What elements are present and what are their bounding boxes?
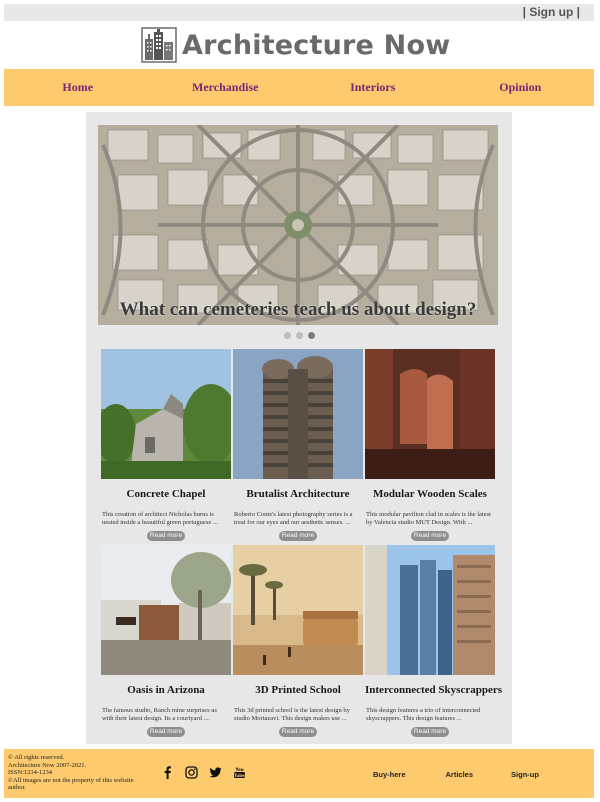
instagram-icon[interactable] <box>185 766 198 779</box>
footer-link-sign-up[interactable]: Sign-up <box>511 770 539 779</box>
article-description: This design features a trio of interconn… <box>366 707 481 722</box>
read-more-button[interactable]: Read more <box>279 531 317 541</box>
read-more-button[interactable]: Read more <box>411 727 449 737</box>
article-description: Roberto Conte's latest photography serie… <box>234 511 353 526</box>
carousel-dot-3[interactable] <box>308 332 315 339</box>
article-description: This 3d printed school is the latest des… <box>234 707 350 722</box>
nav-home[interactable]: Home <box>4 69 152 106</box>
article-description: The famous studio, Ranch mine surprises … <box>102 707 217 722</box>
hero-slide[interactable]: What can cemeteries teach us about desig… <box>98 125 498 325</box>
twitter-icon[interactable] <box>209 766 222 779</box>
svg-text:You: You <box>234 767 243 772</box>
nav-interiors[interactable]: Interiors <box>299 69 447 106</box>
facebook-icon[interactable] <box>161 766 174 779</box>
footer-images-note: ©All images are not the property of this… <box>8 776 134 792</box>
hero-image <box>98 125 498 325</box>
top-bar: | Sign up | <box>4 4 594 21</box>
footer-issn: ISSN:1234-1234 <box>8 769 53 776</box>
carousel-dot-1[interactable] <box>284 332 291 339</box>
city-buildings-icon <box>141 27 177 63</box>
article-description: This creation of architect Nicholas burn… <box>102 511 218 526</box>
article-card: Oasis in Arizona The famous studio, Ranc… <box>101 545 231 737</box>
article-card: 3D Printed School This 3d printed school… <box>233 545 363 737</box>
youtube-icon[interactable]: You Tube <box>233 766 246 779</box>
carousel-dots <box>284 332 315 339</box>
article-card: Concrete Chapel This creation of archite… <box>101 349 231 541</box>
site-title: Architecture Now <box>182 29 451 61</box>
article-image[interactable] <box>101 545 231 675</box>
read-more-button[interactable]: Read more <box>411 531 449 541</box>
footer-links: Buy-here Articles Sign-up <box>373 770 539 779</box>
read-more-button[interactable]: Read more <box>147 727 185 737</box>
article-card: Interconnected Skyscrappers This design … <box>365 545 502 737</box>
footer-link-buy-here[interactable]: Buy-here <box>373 770 406 779</box>
site-footer: © All rights reserved. Architecture Now … <box>4 749 594 798</box>
article-image[interactable] <box>101 349 231 479</box>
carousel-dot-2[interactable] <box>296 332 303 339</box>
read-more-button[interactable]: Read more <box>279 727 317 737</box>
article-title: Brutalist Architecture <box>246 488 350 500</box>
nav-opinion[interactable]: Opinion <box>447 69 595 106</box>
article-title: 3D Printed School <box>255 684 341 696</box>
article-title: Modular Wooden Scales <box>373 488 487 500</box>
article-image[interactable] <box>365 349 495 479</box>
footer-notes: © All rights reserved. Architecture Now … <box>8 754 148 792</box>
article-card: Brutalist Architecture Roberto Conte's l… <box>233 349 363 541</box>
main-nav: Home Merchandise Interiors Opinion <box>4 69 594 106</box>
main-content: What can cemeteries teach us about desig… <box>86 112 512 744</box>
hero-caption: What can cemeteries teach us about desig… <box>119 299 477 320</box>
footer-years: Architecture Now 2007-2021. <box>8 761 87 769</box>
signup-link[interactable]: | Sign up | <box>523 5 580 19</box>
svg-text:Tube: Tube <box>234 773 245 778</box>
article-title: Concrete Chapel <box>126 488 206 500</box>
nav-merchandise[interactable]: Merchandise <box>152 69 300 106</box>
site-logo[interactable]: Architecture Now <box>141 26 450 64</box>
footer-rights: © All rights reserved. <box>8 754 65 761</box>
article-title: Interconnected Skyscrappers <box>365 684 502 696</box>
article-image[interactable] <box>365 545 495 675</box>
article-card: Modular Wooden Scales This modular pavil… <box>365 349 495 541</box>
article-image[interactable] <box>233 545 363 675</box>
article-image[interactable] <box>233 349 363 479</box>
article-title: Oasis in Arizona <box>127 684 205 696</box>
read-more-button[interactable]: Read more <box>147 531 185 541</box>
article-description: This modular pavilion clad in scales is … <box>366 511 491 526</box>
footer-link-articles[interactable]: Articles <box>446 770 474 779</box>
social-links: You Tube <box>161 766 246 779</box>
